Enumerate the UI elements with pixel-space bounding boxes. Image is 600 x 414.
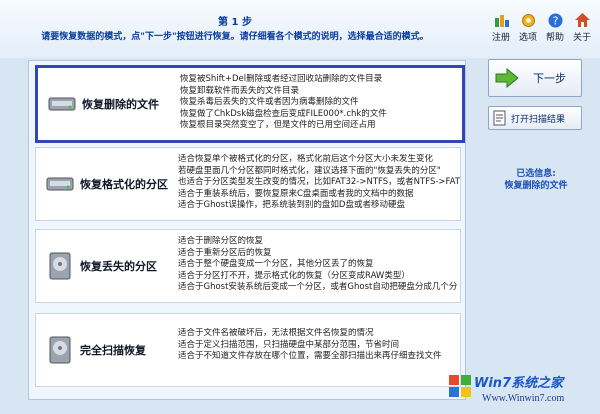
help-icon: ? <box>548 13 562 28</box>
selected-info: 已选信息: 恢复删除的文件 <box>480 168 592 192</box>
mode-title: 恢复格式化的分区 <box>80 178 168 191</box>
desc-line: 适合于定义扫描范围，只扫描硬盘中某部分范围，节省时间 <box>178 339 400 350</box>
selected-info-value: 恢复删除的文件 <box>504 181 568 191</box>
desc-line: 适合于Ghost安装系统后变成一个分区，或者Ghost自动把硬盘分成几个分 <box>178 282 458 292</box>
desc-line: 也适合于分区类型发生改变的情况，比如FAT32->NTFS，或者NTFS->FA… <box>178 177 460 187</box>
open-scan-results-button[interactable]: 打开扫描结果 <box>488 106 582 130</box>
header: 第 1 步 请要恢复数据的模式，点"下一步"按钮进行恢复。请仔细看各个模式的说明… <box>0 0 600 58</box>
desc-line: 适合恢复单个被格式化的分区，格式化前后这个分区大小未发生变化 <box>178 154 434 164</box>
desc-line: 适合于重新分区后的恢复 <box>178 247 272 258</box>
mode-title: 恢复丢失的分区 <box>80 260 157 273</box>
desc-line: 适合于整个硬盘变成一个分区，其他分区丢了的恢复 <box>178 259 374 269</box>
about-button[interactable]: 关于 <box>570 12 594 43</box>
desc-line: 恢复杀毒后丢失的文件或者因为病毒删除的文件 <box>180 97 359 107</box>
help-label: 帮助 <box>545 33 564 43</box>
desc-line: 适合于分区打不开，提示格式化的恢复（分区变成RAW类型） <box>178 270 410 281</box>
watermark-logo: Win7系统之家 <box>474 376 564 391</box>
register-button[interactable]: 注册 <box>489 12 513 43</box>
register-label: 注册 <box>491 33 510 43</box>
options-button[interactable]: 选项 <box>516 12 540 43</box>
mode-description: 适合恢复单个被格式化的分区，格式化前后这个分区大小未发生变化 若硬盘里面几个分区… <box>178 154 460 212</box>
open-scan-label: 打开扫描结果 <box>511 114 566 125</box>
mode-title: 恢复删除的文件 <box>82 98 159 111</box>
hard-disk-icon <box>46 177 74 191</box>
mode-description: 恢复被Shift+Del删除或者经过回收站删除的文件目录 恢复卸载软件而丢失的文… <box>180 74 462 132</box>
desc-line: 恢复做了ChkDsk磁盘检查后变成FILE000*.chk的文件 <box>180 108 387 119</box>
mode-card-recover-lost-partition[interactable]: 恢复丢失的分区 适合于删除分区的恢复 适合于重新分区后的恢复 适合于整个硬盘变成… <box>35 229 461 303</box>
desc-line: 适合于不知道文件存放在哪个位置，需要全部扫描出来再仔细查找文件 <box>178 351 442 361</box>
mode-description: 适合于文件名被破坏后，无法根据文件名恢复的情况 适合于定义扫描范围，只扫描硬盘中… <box>178 328 460 363</box>
watermark-url: Www.Winwin7.com <box>482 393 565 404</box>
about-house-icon <box>574 13 590 27</box>
desc-line: 适合于重装系统后，要恢复原来C盘桌面或者我的文档中的数据 <box>178 188 414 199</box>
mode-card-recover-formatted[interactable]: 恢复格式化的分区 适合恢复单个被格式化的分区，格式化前后这个分区大小未发生变化 … <box>35 147 461 221</box>
hard-disk-icon <box>48 97 76 111</box>
hard-disk-icon <box>49 336 71 364</box>
options-gear-icon <box>521 14 535 27</box>
mode-title: 完全扫描恢复 <box>80 344 146 357</box>
next-button[interactable]: 下一步 <box>488 59 582 97</box>
desc-line: 适合于删除分区的恢复 <box>178 236 264 246</box>
help-button[interactable]: ? 帮助 <box>543 12 567 43</box>
desc-line: 适合于文件名被破坏后，无法根据文件名恢复的情况 <box>178 328 374 338</box>
svg-text:?: ? <box>552 15 558 28</box>
mode-card-recover-deleted[interactable]: 恢复删除的文件 恢复被Shift+Del删除或者经过回收站删除的文件目录 恢复卸… <box>35 65 465 143</box>
desc-line: 若硬盘里面几个分区都同时格式化，建议选择下面的"恢复丢失的分区" <box>178 165 441 176</box>
desc-line: 恢复卸载软件而丢失的文件目录 <box>180 85 300 96</box>
step-title: 第 1 步 <box>218 17 252 28</box>
document-icon <box>493 110 506 126</box>
arrow-right-icon <box>495 68 519 88</box>
about-label: 关于 <box>572 33 591 43</box>
windows-logo-icon <box>449 375 471 397</box>
instruction-text: 请要恢复数据的模式，点"下一步"按钮进行恢复。请仔细看各个模式的说明，选择最合适… <box>41 32 429 42</box>
desc-line: 恢复被Shift+Del删除或者经过回收站删除的文件目录 <box>180 74 383 84</box>
desc-line: 适合于Ghost误操作，把系统装到别的盘如D盘或者移动硬盘 <box>178 200 405 210</box>
desc-line: 恢复根目录突然变空了，但是文件的已用空间还占用 <box>180 120 376 130</box>
mode-card-full-scan[interactable]: 完全扫描恢复 适合于文件名被破坏后，无法根据文件名恢复的情况 适合于定义扫描范围… <box>35 313 461 387</box>
register-icon <box>494 15 509 27</box>
watermark: Win7系统之家 Www.Winwin7.com <box>446 370 596 408</box>
mode-description: 适合于删除分区的恢复 适合于重新分区后的恢复 适合于整个硬盘变成一个分区，其他分… <box>178 236 460 294</box>
top-toolbar: 注册 选项 ? 帮助 关于 <box>489 12 594 43</box>
next-label: 下一步 <box>533 72 566 85</box>
options-label: 选项 <box>518 33 537 43</box>
mode-list: 恢复删除的文件 恢复被Shift+Del删除或者经过回收站删除的文件目录 恢复卸… <box>28 60 466 400</box>
hard-disk-icon <box>49 252 71 280</box>
selected-info-label: 已选信息: <box>516 169 556 179</box>
